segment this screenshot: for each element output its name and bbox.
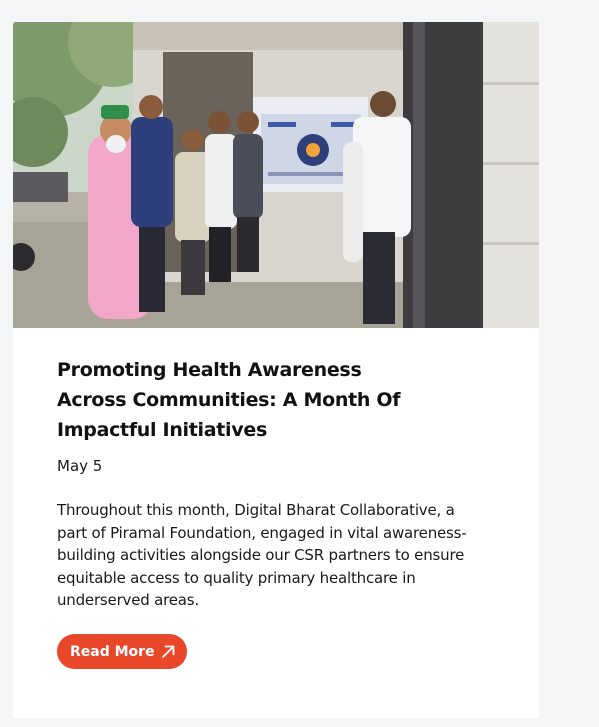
post-title[interactable]: Promoting Health Awareness Across Commun…	[57, 355, 417, 445]
read-more-button[interactable]: Read More	[57, 634, 187, 669]
post-date: May 5	[57, 457, 103, 475]
post-content: Promoting Health Awareness Across Commun…	[57, 355, 497, 627]
arrow-up-right-icon	[161, 644, 176, 659]
read-more-label: Read More	[70, 643, 155, 660]
post-image[interactable]	[13, 22, 539, 328]
blog-card: Promoting Health Awareness Across Commun…	[13, 22, 539, 718]
post-excerpt: Throughout this month, Digital Bharat Co…	[57, 501, 467, 610]
